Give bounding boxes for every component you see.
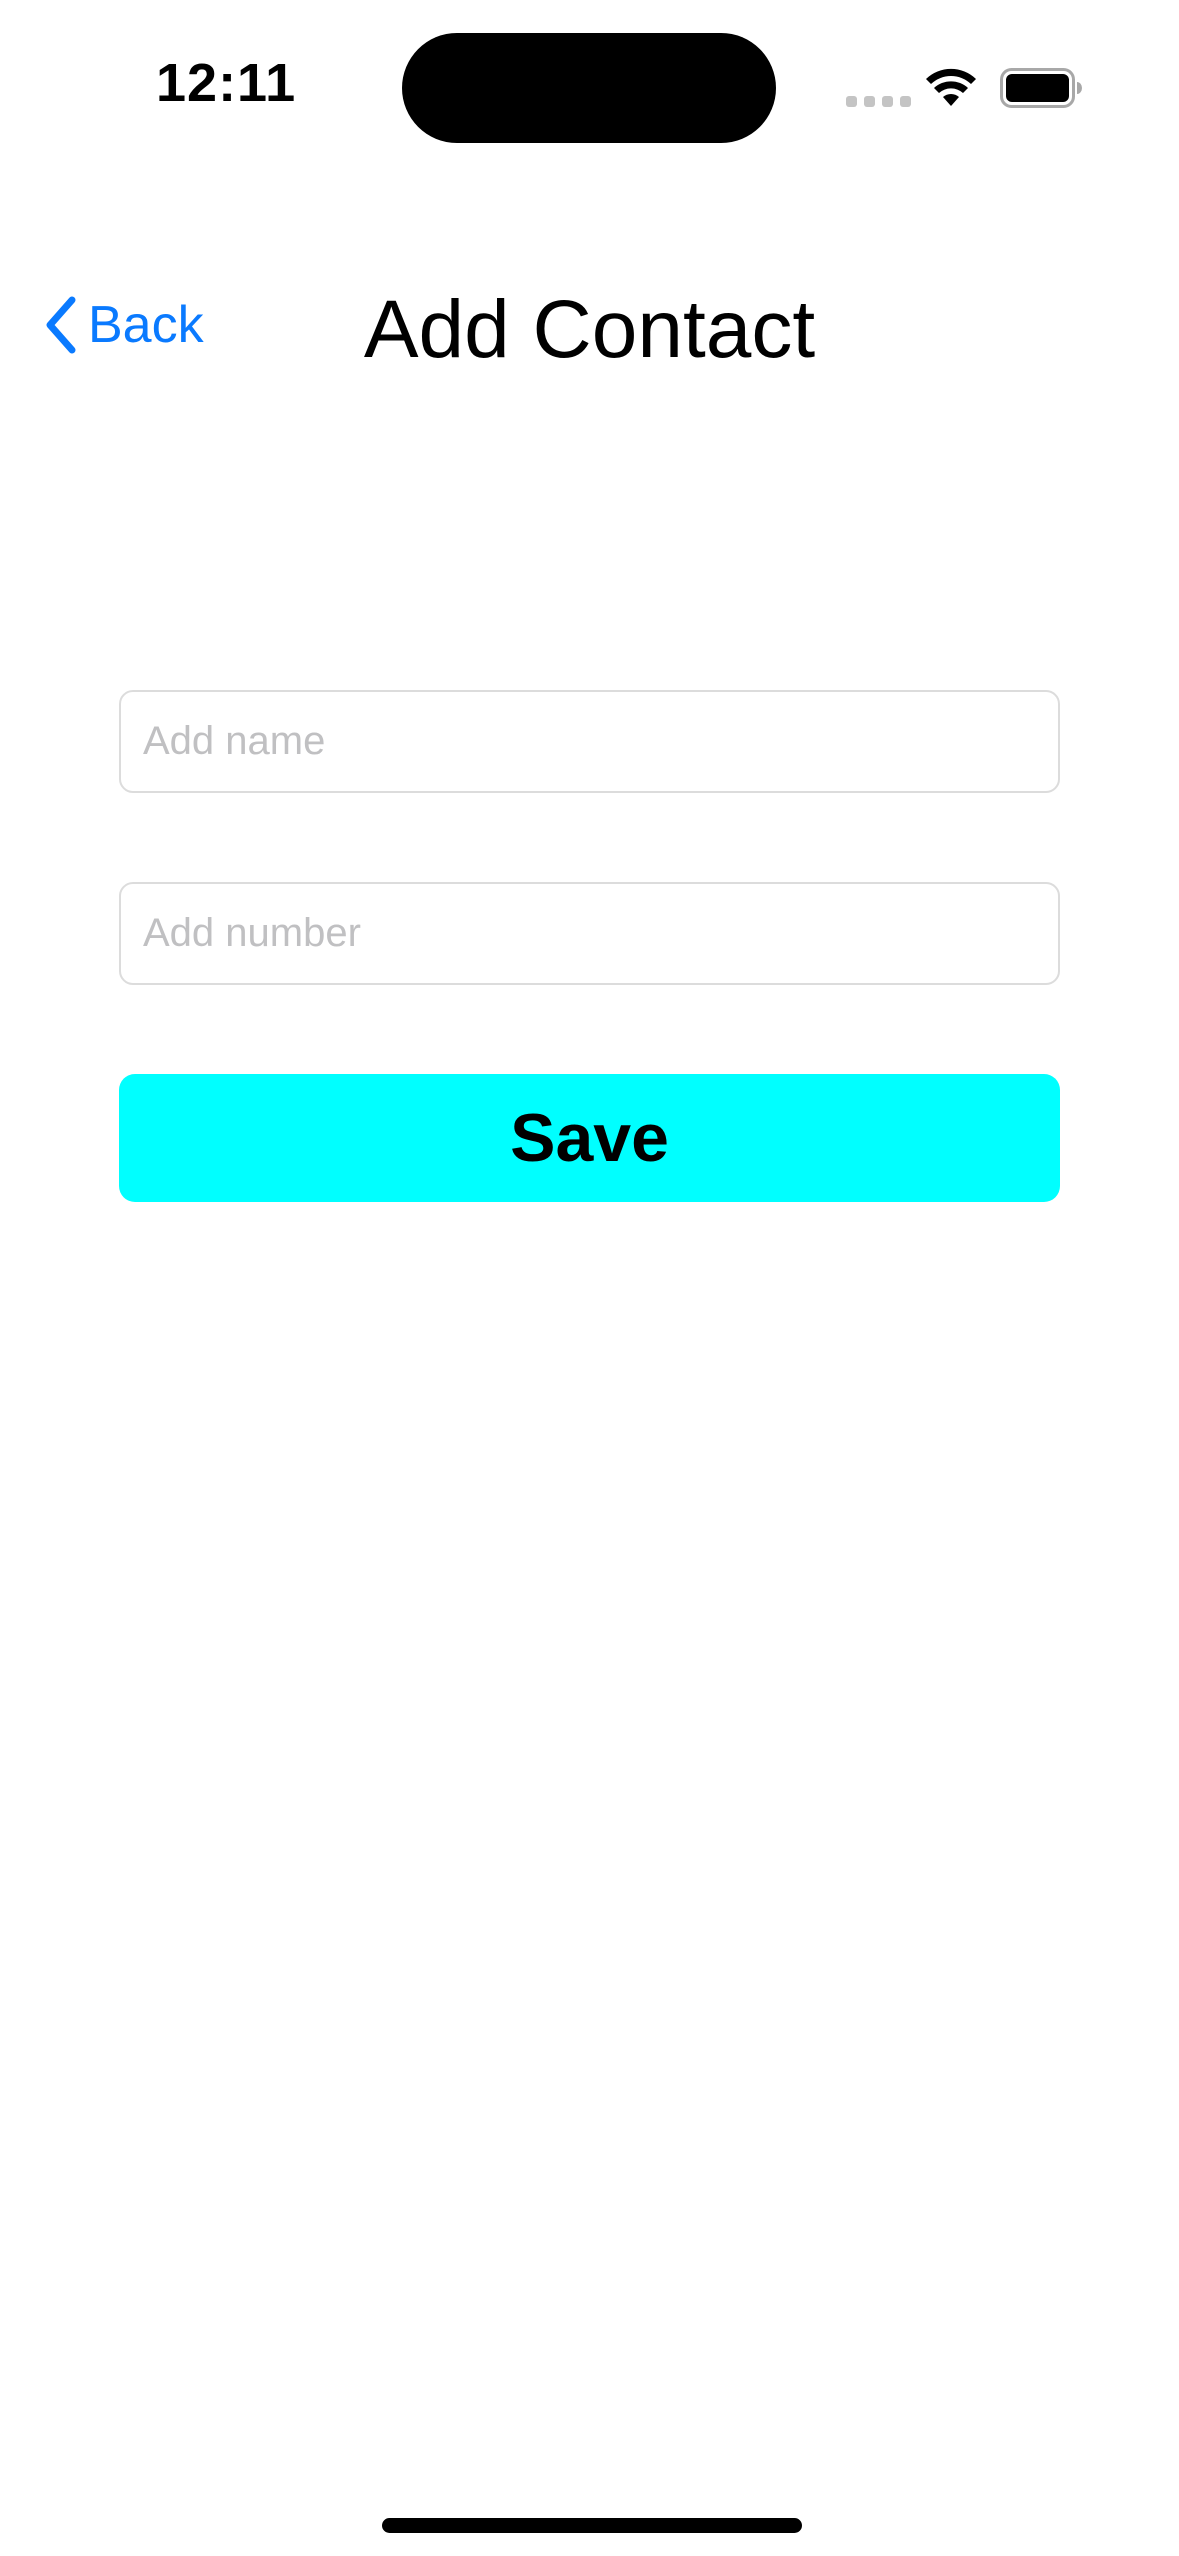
name-input[interactable] (119, 690, 1060, 793)
navigation-bar: Back Add Contact (0, 260, 1179, 390)
number-input[interactable] (119, 882, 1060, 985)
dynamic-island (402, 33, 776, 143)
wifi-icon (926, 68, 976, 106)
home-indicator[interactable] (382, 2518, 802, 2533)
page-title: Add Contact (363, 284, 816, 375)
status-bar: 12:11 (0, 0, 1179, 180)
cellular-signal-icon (846, 96, 911, 107)
battery-icon (1000, 68, 1082, 108)
status-time: 12:11 (156, 53, 297, 113)
save-button[interactable]: Save (119, 1074, 1060, 1202)
add-contact-form: Save (119, 690, 1060, 1202)
